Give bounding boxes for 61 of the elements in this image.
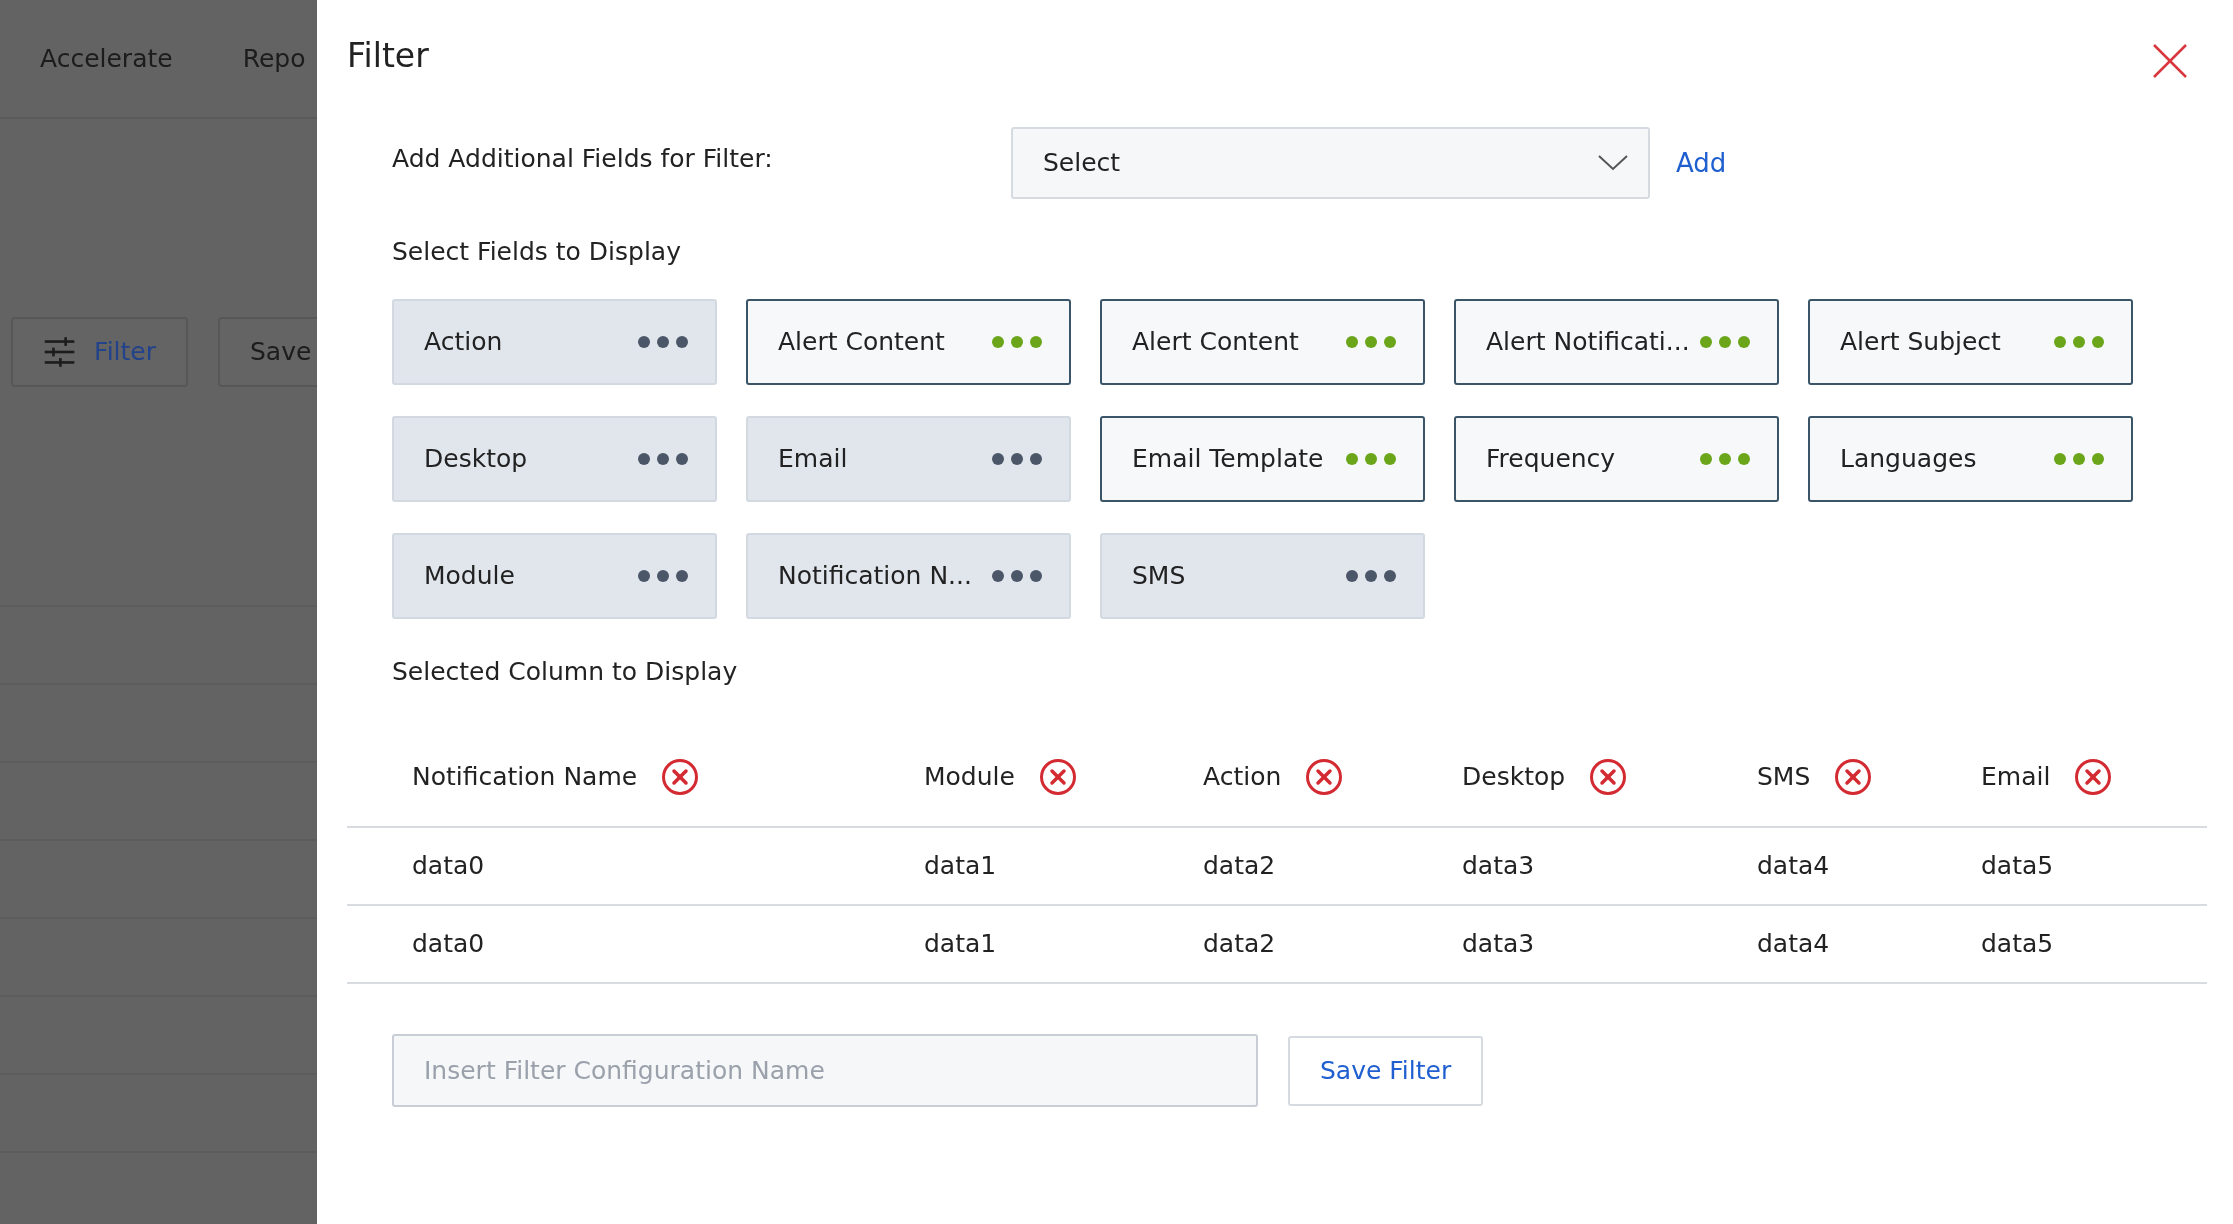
section-heading: Select Fields to Display bbox=[392, 236, 682, 268]
table-cell-text: data1 bbox=[924, 850, 997, 883]
more-dots-icon bbox=[2053, 451, 2105, 466]
field-chip[interactable]: Frequency bbox=[1454, 415, 1779, 502]
table-cell-text: data4 bbox=[1757, 928, 1830, 961]
column-header: SMS bbox=[1757, 761, 1811, 794]
close-icon[interactable] bbox=[2153, 44, 2187, 78]
field-chip[interactable]: Alert Subject bbox=[1808, 298, 2133, 385]
field-chip[interactable]: Desktop bbox=[392, 415, 717, 502]
more-dots-icon bbox=[1345, 451, 1397, 466]
more-dots-icon bbox=[1345, 568, 1397, 583]
more-dots-icon bbox=[1699, 334, 1751, 349]
column-header: Module bbox=[924, 761, 1015, 794]
chevron-down-icon bbox=[1598, 155, 1628, 171]
field-chip[interactable]: Email bbox=[746, 415, 1071, 502]
dialog-title: Filter bbox=[347, 36, 429, 76]
table-cell-text: data0 bbox=[412, 850, 485, 883]
field-chip[interactable]: Alert Content bbox=[1100, 298, 1425, 385]
field-chip[interactable]: Alert Notificati... bbox=[1454, 298, 1779, 385]
field-chip[interactable]: Notification N... bbox=[746, 532, 1071, 619]
section-heading: Selected Column to Display bbox=[392, 655, 739, 688]
table-cell-text: data3 bbox=[1462, 928, 1535, 961]
save-filter-button[interactable]: Save Filter bbox=[1288, 1035, 1484, 1106]
field-chip[interactable]: Module bbox=[392, 532, 717, 619]
column-header: Action bbox=[1203, 761, 1282, 794]
more-dots-icon bbox=[991, 451, 1043, 466]
remove-icon[interactable] bbox=[1589, 758, 1628, 796]
more-dots-icon bbox=[637, 334, 689, 349]
more-dots-icon bbox=[637, 451, 689, 466]
table-cell-text: data5 bbox=[1981, 850, 2054, 883]
add-link[interactable]: Add bbox=[1676, 143, 1727, 183]
remove-icon[interactable] bbox=[1834, 758, 1873, 796]
table-cell-text: data5 bbox=[1981, 928, 2054, 961]
column-header: Email bbox=[1981, 761, 2051, 794]
field-chip[interactable]: Alert Content bbox=[746, 298, 1071, 385]
more-dots-icon bbox=[1345, 334, 1397, 349]
more-dots-icon bbox=[1699, 451, 1751, 466]
field-chip[interactable]: SMS bbox=[1100, 532, 1425, 619]
field-chip[interactable]: Action bbox=[392, 298, 717, 385]
more-dots-icon bbox=[2053, 334, 2105, 349]
sliders-icon bbox=[43, 335, 77, 369]
more-dots-icon bbox=[991, 568, 1043, 583]
table-cell-text: data0 bbox=[412, 928, 485, 961]
remove-icon[interactable] bbox=[1305, 758, 1344, 796]
table-cell-text: data1 bbox=[924, 928, 997, 961]
remove-icon[interactable] bbox=[2074, 758, 2113, 796]
field-label: Add Additional Fields for Filter: bbox=[392, 143, 774, 176]
field-chip[interactable]: Email Template bbox=[1100, 415, 1425, 502]
field-chip[interactable]: Languages bbox=[1808, 415, 2133, 502]
remove-icon[interactable] bbox=[1038, 758, 1077, 796]
table-cell-text: data2 bbox=[1203, 850, 1276, 883]
more-dots-icon bbox=[637, 568, 689, 583]
select-dropdown[interactable]: Select bbox=[1011, 127, 1650, 199]
column-header: Desktop bbox=[1462, 761, 1566, 794]
name-input-field[interactable]: Insert Filter Configuration Name bbox=[392, 1034, 1258, 1107]
more-dots-icon bbox=[991, 334, 1043, 349]
table-cell-text: data2 bbox=[1203, 928, 1276, 961]
table-cell-text: data3 bbox=[1462, 850, 1535, 883]
table-cell-text: data4 bbox=[1757, 850, 1830, 883]
remove-icon[interactable] bbox=[661, 758, 700, 796]
column-header: Notification Name bbox=[412, 761, 638, 794]
